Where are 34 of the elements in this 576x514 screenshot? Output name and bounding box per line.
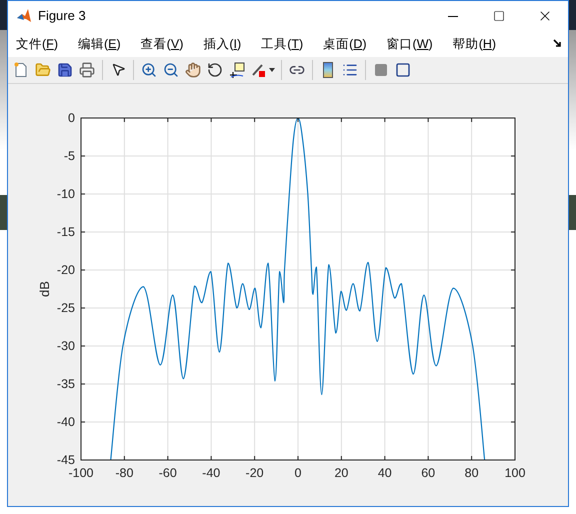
menu-item[interactable]: 编辑(E) (76, 34, 123, 54)
x-tick-label: -40 (202, 466, 220, 480)
y-tick-label: -25 (56, 300, 75, 315)
x-tick-label: 40 (378, 466, 392, 480)
menu-item[interactable]: 查看(V) (138, 34, 186, 54)
y-tick-label: -30 (56, 338, 75, 353)
y-tick-label: -35 (56, 376, 75, 391)
y-tick-label: -5 (64, 148, 75, 163)
y-tick-label: -40 (56, 414, 75, 429)
x-tick-label: 60 (421, 466, 436, 480)
x-tick-label: -100 (68, 466, 94, 480)
dock-arrow-icon[interactable] (553, 39, 562, 48)
y-tick-label: -20 (56, 262, 75, 277)
window-title: Figure 3 (38, 7, 86, 26)
menu-item[interactable]: 窗口(W) (384, 34, 435, 54)
x-tick-label: -60 (158, 466, 177, 480)
x-tick-label: -20 (246, 466, 264, 480)
y-tick-label: -45 (56, 452, 75, 467)
x-tick-label: -80 (115, 466, 134, 480)
y-tick-label: -15 (56, 224, 75, 239)
y-tick-label: -10 (56, 186, 75, 201)
x-tick-label: 100 (504, 466, 526, 480)
x-tick-label: 0 (294, 466, 302, 480)
y-axis-label: dB (37, 280, 52, 297)
maximize-icon (493, 10, 505, 22)
y-tick-label: 0 (68, 110, 75, 125)
app-logo-icon (16, 8, 32, 24)
menu-item[interactable]: 文件(F) (14, 34, 60, 54)
x-tick-label: 80 (464, 466, 479, 480)
menu-item[interactable]: 工具(T) (259, 34, 306, 54)
menu-item[interactable]: 桌面(D) (321, 34, 369, 54)
menu-item[interactable]: 帮助(H) (450, 34, 498, 54)
x-tick-label: 20 (334, 466, 348, 480)
menu-item[interactable]: 插入(I) (201, 34, 244, 54)
